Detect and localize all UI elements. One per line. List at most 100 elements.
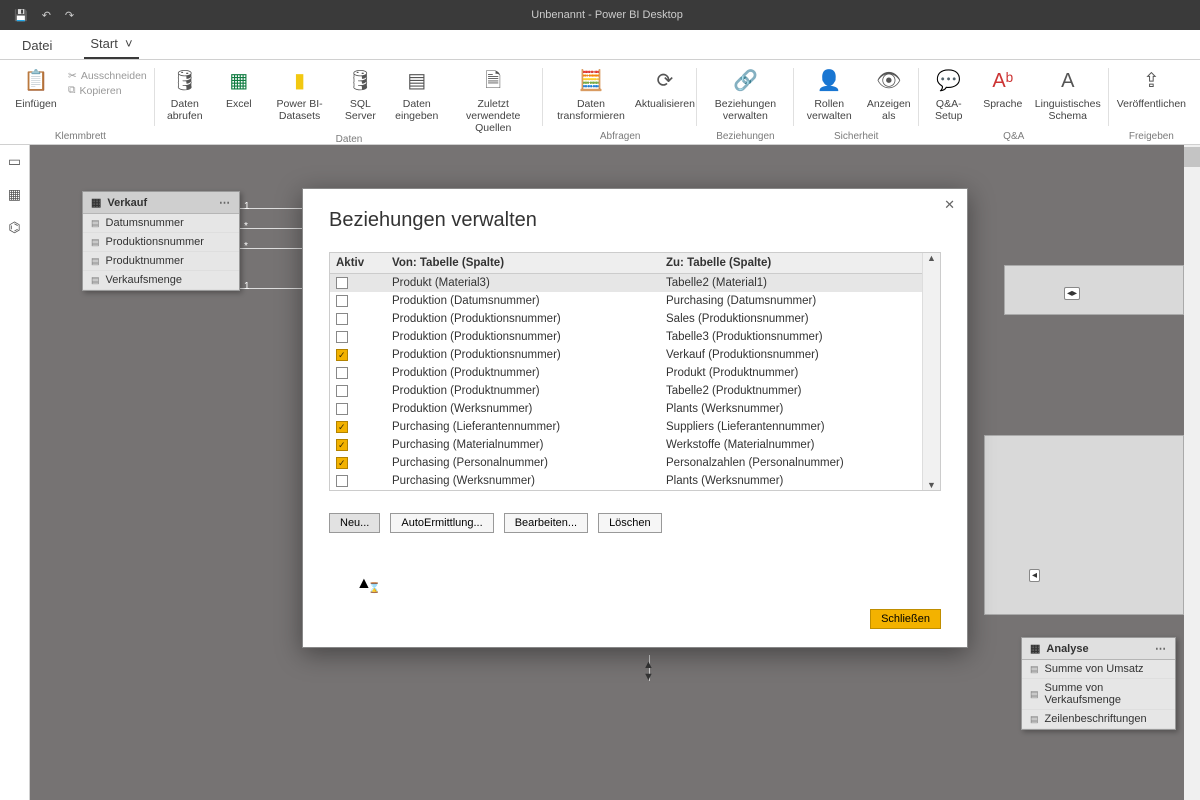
viewas-button[interactable]: 👁Anzeigen als (867, 66, 911, 122)
close-icon[interactable]: ✕ (944, 197, 955, 213)
relationship-row[interactable]: Purchasing (Lieferantennummer)Suppliers … (330, 418, 922, 436)
relationship-row[interactable]: Produktion (Produktionsnummer)Sales (Pro… (330, 310, 922, 328)
column-active[interactable]: Aktiv (330, 253, 386, 273)
relationship-row[interactable]: Purchasing (Personalnummer)Personalzahle… (330, 454, 922, 472)
language-button[interactable]: AᵇSprache (981, 66, 1025, 110)
more-icon[interactable]: ⋯ (219, 196, 231, 209)
close-button[interactable]: Schließen (870, 609, 941, 629)
data-view-icon[interactable]: ▦ (8, 186, 21, 203)
group-clipboard: Klemmbrett (55, 131, 106, 144)
list-scrollbar[interactable]: ▲ ▼ (922, 253, 940, 490)
copy-button[interactable]: ⧉ Kopieren (68, 84, 147, 97)
relationship-row[interactable]: Produktion (Produktnummer)Tabelle2 (Prod… (330, 382, 922, 400)
from-cell: Produktion (Datumsnummer) (386, 292, 660, 310)
table-field[interactable]: ▤Produktionsnummer (83, 233, 239, 252)
active-checkbox[interactable] (336, 367, 348, 379)
get-data-button[interactable]: 🛢Daten abrufen (163, 66, 207, 122)
table-field[interactable]: ▤Produktnummer (83, 252, 239, 271)
qna-setup-button[interactable]: 💬Q&A-Setup (927, 66, 971, 122)
new-button[interactable]: Neu... (329, 513, 380, 533)
to-cell: Plants (Werksnummer) (660, 472, 922, 490)
scroll-up-icon[interactable]: ▲ (927, 253, 936, 263)
active-checkbox[interactable] (336, 331, 348, 343)
active-checkbox[interactable] (336, 403, 348, 415)
table-field[interactable]: ▤Summe von Umsatz (1022, 660, 1175, 679)
active-checkbox[interactable] (336, 349, 348, 361)
relationship-row[interactable]: Produkt (Material3)Tabelle2 (Material1) (330, 274, 922, 292)
ribbon: 📋Einfügen ✂ Ausschneiden ⧉ Kopieren Klem… (0, 60, 1200, 145)
refresh-button[interactable]: ⟳Aktualisieren (641, 66, 689, 110)
table-icon: ▦ (1030, 642, 1040, 655)
transform-button[interactable]: 🧮Daten transformieren (551, 66, 630, 122)
resize-handle-icon[interactable]: ▲▼ (643, 659, 654, 683)
recent-sources-button[interactable]: 🗎Zuletzt verwendete Quellen (451, 66, 535, 134)
table-card-partial[interactable] (1004, 265, 1184, 315)
tab-start[interactable]: Start ˅ (84, 32, 138, 59)
save-icon[interactable]: 💾 (14, 9, 28, 22)
sql-button[interactable]: 🛢SQL Server (338, 66, 382, 122)
tab-file[interactable]: Datei (16, 34, 58, 59)
relationship-row[interactable]: Produktion (Produktionsnummer)Verkauf (P… (330, 346, 922, 364)
active-checkbox[interactable] (336, 295, 348, 307)
cardinality-one: 1 (244, 201, 250, 212)
model-view-icon[interactable]: ⌬ (8, 219, 20, 236)
relation-line (240, 228, 304, 229)
to-cell: Tabelle2 (Material1) (660, 274, 922, 292)
active-checkbox[interactable] (336, 277, 348, 289)
from-cell: Purchasing (Lieferantennummer) (386, 418, 660, 436)
table-card-verkauf[interactable]: ▦Verkauf⋯ ▤Datumsnummer ▤Produktionsnumm… (82, 191, 240, 291)
publish-button[interactable]: ⇪Veröffentlichen (1117, 66, 1186, 110)
relationship-row[interactable]: Purchasing (Materialnummer)Werkstoffe (M… (330, 436, 922, 454)
scroll-down-icon[interactable]: ▼ (927, 480, 936, 490)
table-field[interactable]: ▤Zeilenbeschriftungen (1022, 710, 1175, 729)
cut-button[interactable]: ✂ Ausschneiden (68, 70, 147, 82)
table-card-partial[interactable] (984, 435, 1184, 615)
relationship-row[interactable]: Produktion (Produktionsnummer)Tabelle3 (… (330, 328, 922, 346)
active-checkbox[interactable] (336, 439, 348, 451)
table-field[interactable]: ▤Verkaufsmenge (83, 271, 239, 290)
active-checkbox[interactable] (336, 313, 348, 325)
relationship-row[interactable]: Produktion (Produktnummer)Produkt (Produ… (330, 364, 922, 382)
group-queries: Abfragen (600, 131, 641, 144)
column-to[interactable]: Zu: Tabelle (Spalte) (660, 253, 922, 273)
to-cell: Suppliers (Lieferantennummer) (660, 418, 922, 436)
relationship-row[interactable]: Produktion (Datumsnummer)Purchasing (Dat… (330, 292, 922, 310)
from-cell: Produktion (Produktnummer) (386, 364, 660, 382)
from-cell: Produktion (Produktionsnummer) (386, 328, 660, 346)
excel-button[interactable]: ▦Excel (217, 66, 261, 110)
relationship-row[interactable]: Produktion (Werksnummer)Plants (Werksnum… (330, 400, 922, 418)
from-cell: Produkt (Material3) (386, 274, 660, 292)
roles-button[interactable]: 👤Rollen verwalten (802, 66, 857, 122)
relationship-row[interactable]: Purchasing (Werksnummer)Plants (Werksnum… (330, 472, 922, 490)
manage-relations-button[interactable]: 🔗Beziehungen verwalten (705, 66, 786, 122)
title-bar: 💾 ↶ ↷ Unbenannt - Power BI Desktop (0, 0, 1200, 30)
column-from[interactable]: Von: Tabelle (Spalte) (386, 253, 660, 273)
enter-data-button[interactable]: ▤Daten eingeben (392, 66, 441, 122)
paste-button[interactable]: 📋Einfügen (14, 66, 58, 110)
active-checkbox[interactable] (336, 457, 348, 469)
edit-button[interactable]: Bearbeiten... (504, 513, 588, 533)
to-cell: Verkauf (Produktionsnummer) (660, 346, 922, 364)
undo-icon[interactable]: ↶ (42, 9, 51, 22)
filter-direction-icon: ◂ (1029, 569, 1040, 582)
to-cell: Tabelle2 (Produktnummer) (660, 382, 922, 400)
field-icon: ▤ (91, 256, 100, 267)
active-checkbox[interactable] (336, 421, 348, 433)
table-field[interactable]: ▤Datumsnummer (83, 214, 239, 233)
document-title: Unbenannt - Power BI Desktop (74, 9, 1200, 21)
report-view-icon[interactable]: ▭ (8, 153, 21, 170)
schema-button[interactable]: ALinguistisches Schema (1035, 66, 1101, 122)
autodetect-button[interactable]: AutoErmittlung... (390, 513, 493, 533)
table-card-analyse[interactable]: ▦Analyse⋯ ▤Summe von Umsatz ▤Summe von V… (1021, 637, 1176, 730)
active-checkbox[interactable] (336, 385, 348, 397)
redo-icon[interactable]: ↷ (65, 9, 74, 22)
vertical-scrollbar[interactable] (1184, 145, 1200, 800)
active-checkbox[interactable] (336, 475, 348, 487)
to-cell: Purchasing (Datumsnummer) (660, 292, 922, 310)
to-cell: Tabelle3 (Produktionsnummer) (660, 328, 922, 346)
table-field[interactable]: ▤Summe von Verkaufsmenge (1022, 679, 1175, 710)
more-icon[interactable]: ⋯ (1155, 642, 1167, 655)
delete-button[interactable]: Löschen (598, 513, 662, 533)
pbi-datasets-button[interactable]: ▮Power BI-Datasets (271, 66, 329, 122)
manage-relationships-dialog: ✕ Beziehungen verwalten Aktiv Von: Tabel… (302, 188, 968, 648)
